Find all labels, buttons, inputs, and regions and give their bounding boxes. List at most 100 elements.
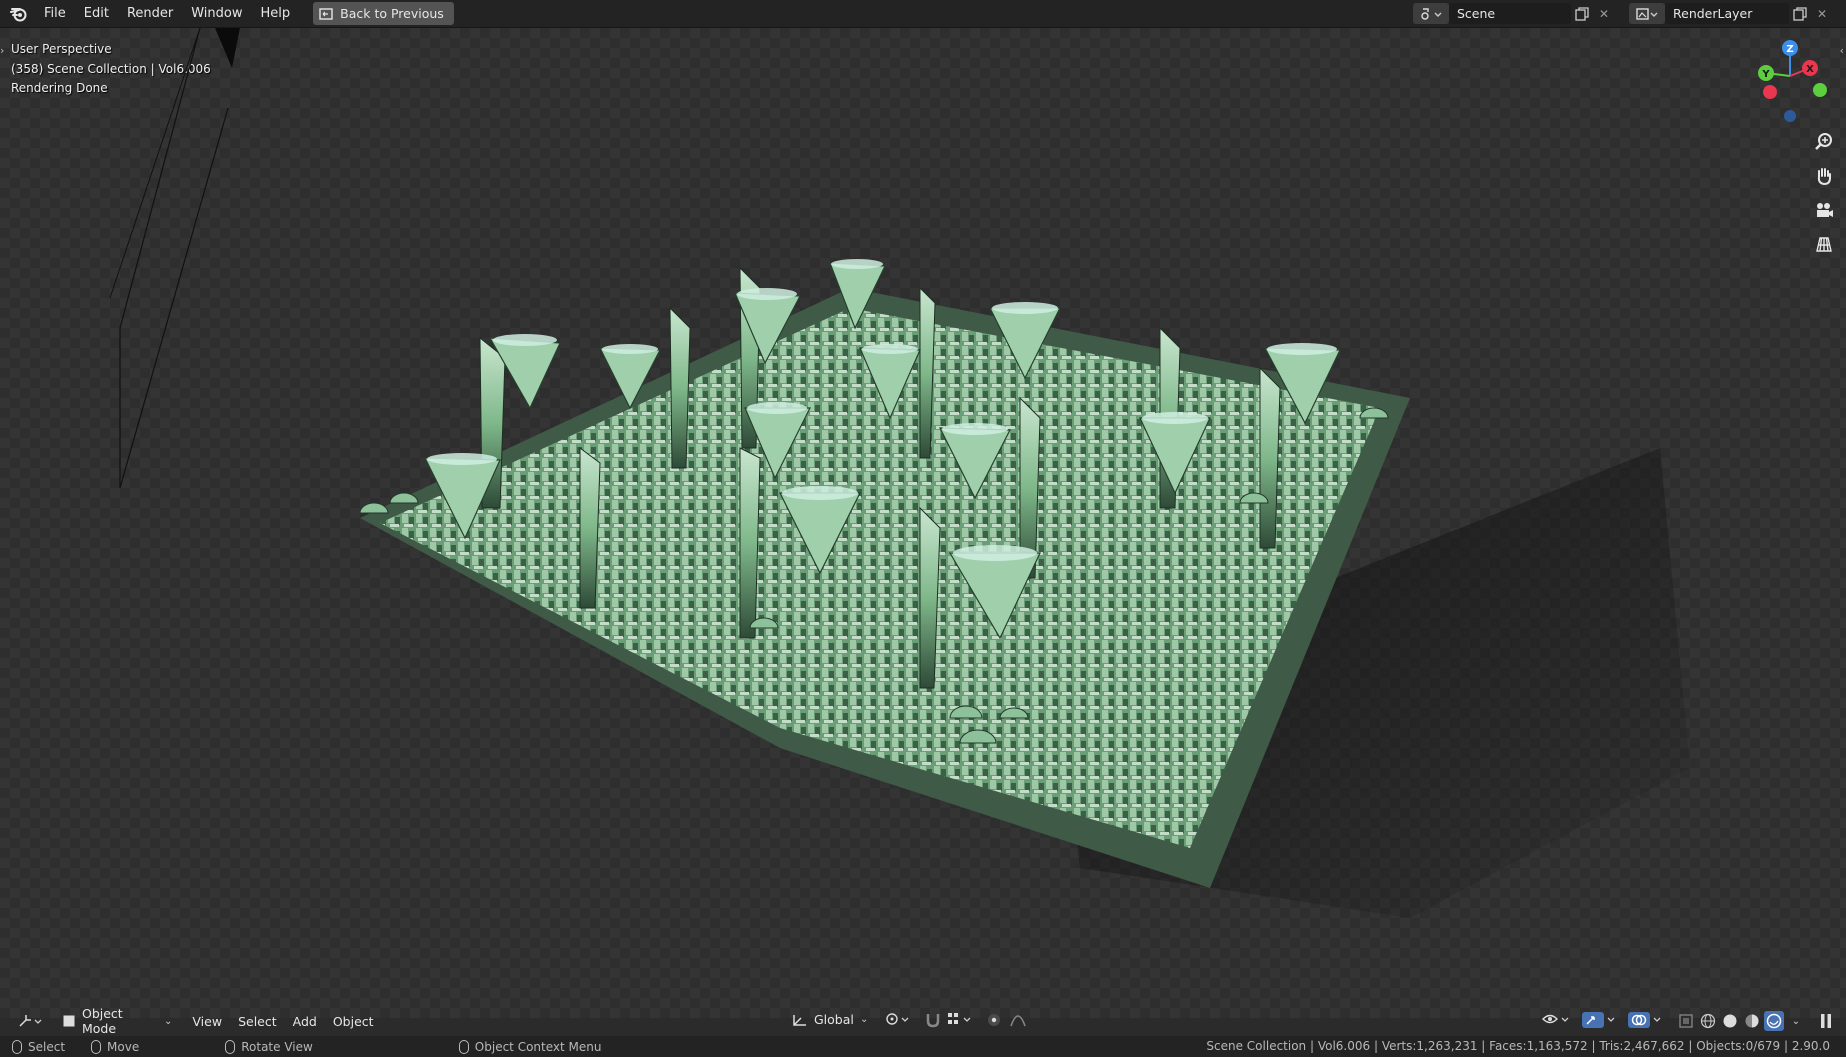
transform-orientation-label: Global [814,1012,854,1027]
wireframe-sphere-icon [1700,1013,1716,1029]
object-mode-dropdown[interactable]: Object Mode ⌄ [56,1004,178,1038]
overlays-toggle[interactable] [1622,1010,1670,1030]
material-sphere-icon [1745,1014,1759,1028]
zoom-icon[interactable] [1810,128,1838,156]
shading-options-dropdown[interactable]: ⌄ [1786,1011,1806,1031]
mouse-drag-icon [91,1039,102,1054]
scene-statistics: Scene Collection | Vol6.006 | Verts:1,26… [1206,1039,1830,1053]
solid-shading-button[interactable] [1720,1011,1740,1031]
eye-icon [1542,1014,1569,1024]
snap-grid-icon [948,1013,971,1024]
view-layer-name-field[interactable]: RenderLayer [1665,3,1789,24]
editor-type-button[interactable] [12,1012,50,1030]
gizmo-icon [1582,1012,1615,1028]
scene-browse-button[interactable] [1413,3,1449,24]
blender-logo-icon[interactable] [9,4,29,24]
new-scene-button[interactable] [1571,3,1593,24]
status-bar: Select Move Rotate View Object Context M… [0,1036,1846,1057]
menu-object[interactable]: Object [325,1011,382,1032]
menu-help[interactable]: Help [252,3,300,24]
gizmo-neg-y-axis[interactable] [1813,83,1827,97]
pivot-icon [886,1013,909,1025]
status-move-label: Move [107,1039,140,1054]
gizmo-neg-z-axis[interactable] [1784,110,1796,122]
xray-icon [1679,1014,1693,1028]
gizmo-neg-x-axis[interactable] [1763,85,1777,99]
menu-view[interactable]: View [184,1011,230,1032]
menu-window[interactable]: Window [182,3,251,24]
status-move-hint: Move [91,1039,140,1054]
grid-ortho-icon[interactable] [1810,230,1838,258]
viewport-header: Object Mode ⌄ View Select Add Object Glo… [0,1006,1846,1036]
material-preview-button[interactable] [1742,1011,1762,1031]
object-mode-label: Object Mode [82,1006,123,1036]
menu-file[interactable]: File [35,3,75,24]
navigation-gizmo[interactable]: Z Y X [1750,36,1830,126]
menu-edit[interactable]: Edit [75,3,118,24]
falloff-curve-icon [1010,1015,1026,1027]
mouse-left-icon [12,1039,22,1054]
overlays-icon [1628,1012,1661,1028]
back-to-previous-label: Back to Previous [340,6,444,21]
close-icon: ✕ [1598,6,1610,21]
gizmo-y-label: Y [1761,69,1770,80]
delete-scene-button[interactable]: ✕ [1593,3,1615,24]
editor-type-icon [19,1015,42,1027]
status-rotate-label: Rotate View [241,1039,313,1054]
solid-sphere-icon [1723,1014,1737,1028]
pause-icon [1821,1014,1831,1028]
menu-render[interactable]: Render [118,3,182,24]
gizmo-x-label: X [1806,64,1814,75]
chevron-down-icon: ⌄ [860,1014,869,1025]
3d-viewport[interactable]: › ‹ User Perspective (358) Scene Collect… [0,28,1846,1018]
new-view-layer-button[interactable] [1789,3,1811,24]
wireframe-shading-button[interactable] [1698,1011,1718,1031]
transform-orientation-dropdown[interactable]: Global ⌄ [786,1010,874,1029]
shading-mode-group: ⌄ [1676,1011,1806,1031]
rendered-city-model[interactable] [360,248,1690,928]
status-rotate-hint: Rotate View [225,1039,313,1054]
status-context-menu-label: Object Context Menu [474,1039,602,1054]
chevron-down-icon: ⌄ [1791,1015,1801,1027]
mouse-right-icon [458,1039,469,1054]
rendered-shading-button[interactable] [1764,1011,1784,1031]
duplicate-icon [1793,6,1807,21]
hand-pan-icon[interactable] [1810,162,1838,190]
sidebar-expand-chevron-icon[interactable]: ‹ [1840,44,1844,57]
camera-view-icon[interactable] [1810,196,1838,224]
gizmo-z-label: Z [1786,44,1793,55]
chevron-down-icon: ⌄ [164,1015,173,1027]
snap-target-dropdown[interactable] [940,1010,980,1028]
proportional-edit-icon [988,1014,1000,1026]
object-visibility-dropdown[interactable] [1536,1010,1578,1028]
view-layer-name: RenderLayer [1673,6,1753,21]
scene-name: Scene [1457,6,1496,21]
scene-name-field[interactable]: Scene [1449,3,1571,24]
rendered-sphere-icon [1766,1013,1782,1029]
back-to-previous-button[interactable]: Back to Previous [313,2,454,25]
view-layer-selector: RenderLayer ✕ [1629,3,1833,24]
view-layer-browse-button[interactable] [1629,3,1665,24]
viewport-nav-tools [1810,128,1838,264]
camera-object-outline[interactable] [100,28,250,498]
scene-icon [1421,7,1442,20]
menu-add[interactable]: Add [285,1011,325,1032]
xray-toggle[interactable] [1676,1011,1696,1031]
screen-back-icon [319,7,333,20]
toolbar-expand-chevron-icon[interactable]: › [0,44,4,57]
scene-selector: Scene ✕ [1413,3,1615,24]
object-mode-icon [63,1015,75,1027]
status-context-menu-hint: Object Context Menu [458,1039,602,1054]
gizmo-toggle[interactable] [1576,1010,1624,1030]
pivot-point-dropdown[interactable] [878,1010,918,1028]
delete-view-layer-button[interactable]: ✕ [1811,3,1833,24]
menu-select[interactable]: Select [230,1011,285,1032]
orientation-icon [793,1014,806,1026]
pause-render-button[interactable] [1816,1011,1836,1031]
proportional-falloff-dropdown[interactable] [1004,1010,1032,1030]
close-icon: ✕ [1816,6,1828,21]
mouse-middle-icon [225,1039,236,1054]
status-select-label: Select [28,1039,66,1054]
top-bar: File Edit Render Window Help Back to Pre… [0,0,1846,28]
status-select-hint: Select [12,1039,66,1054]
